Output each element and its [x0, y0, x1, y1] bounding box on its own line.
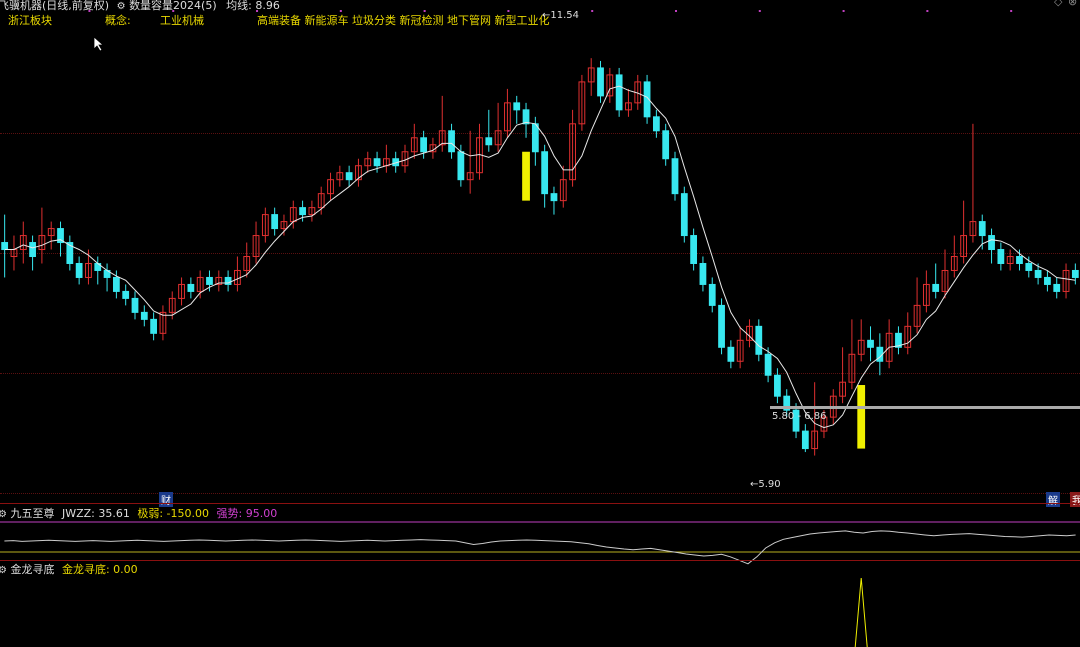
jinlong-panel[interactable] — [0, 0, 1080, 647]
jinlong-spike — [854, 577, 868, 647]
mouse-cursor — [93, 36, 105, 56]
